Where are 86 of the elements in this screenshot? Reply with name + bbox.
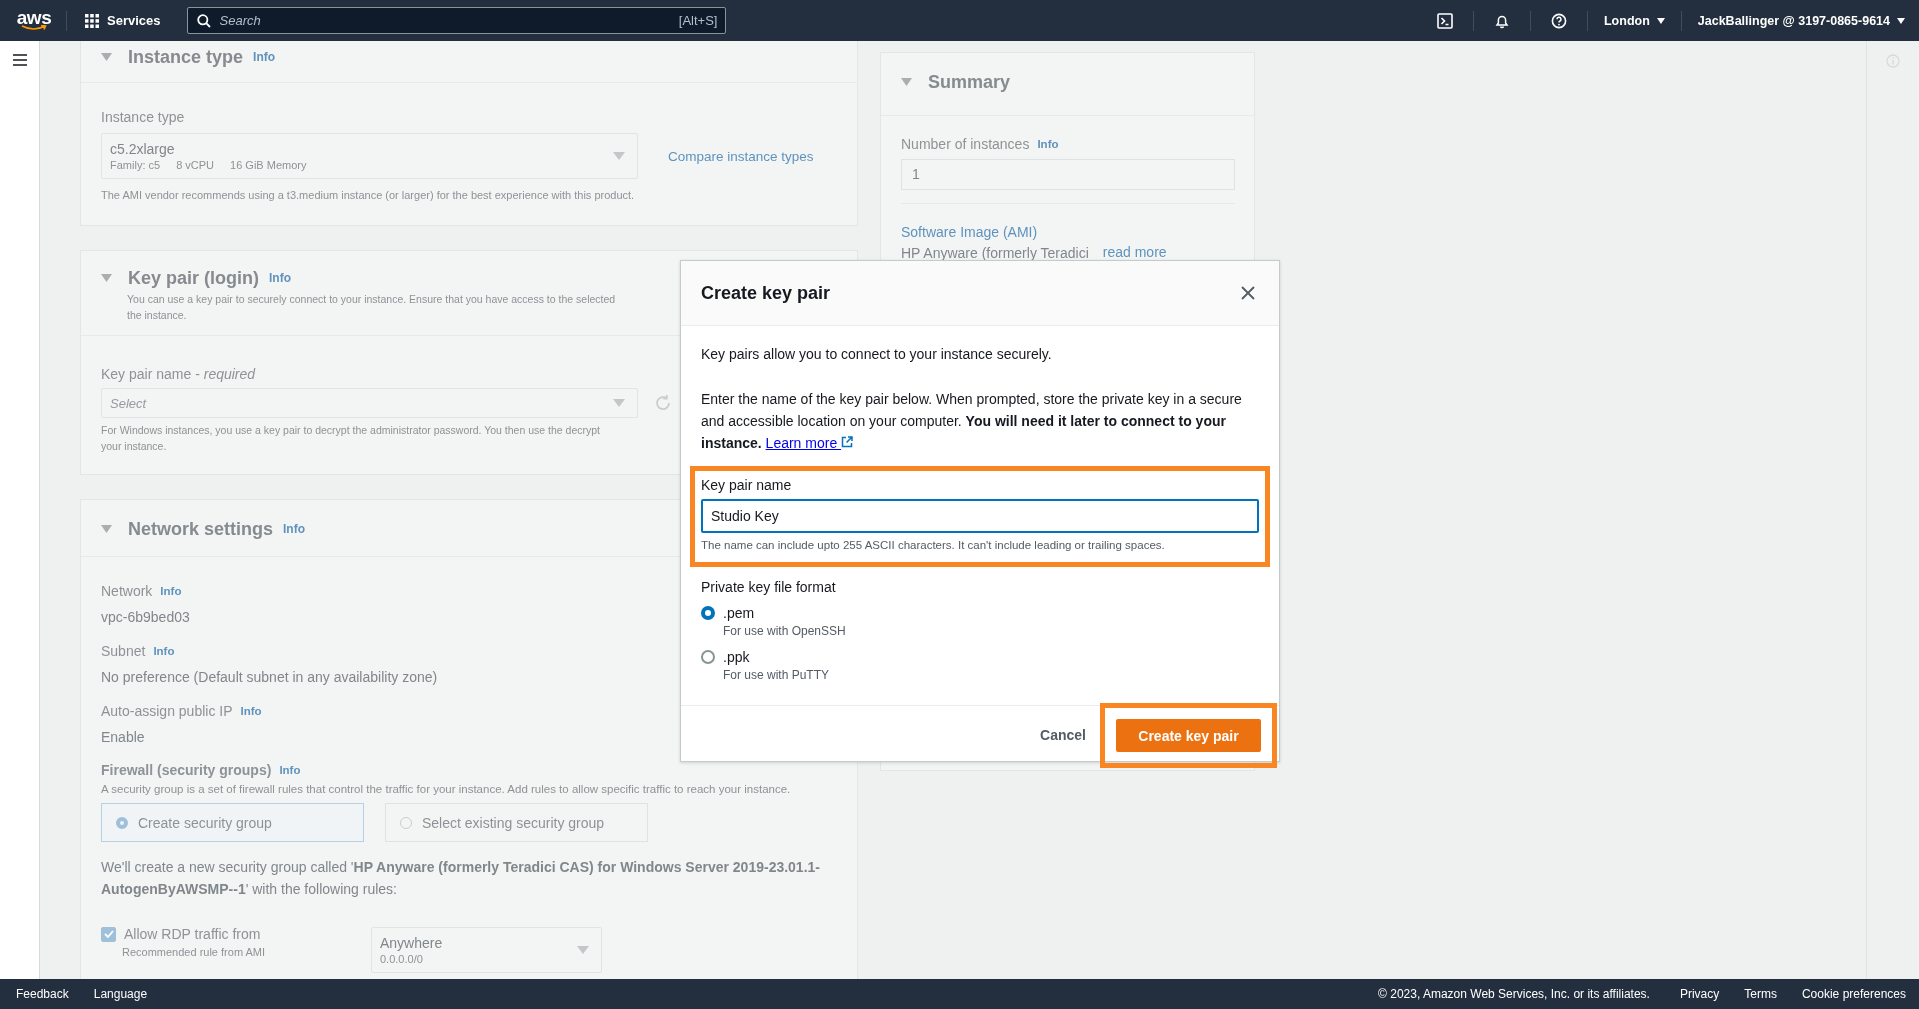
field-value: vpc-6b9bed03 (101, 608, 190, 627)
field-label: Network (101, 582, 153, 601)
key-pair-select[interactable]: Select (101, 388, 638, 418)
hint-text: The AMI vendor recommends using a t3.medium instance (or larger) for the best experience with this product. (101, 188, 635, 203)
learn-more-link[interactable]: Learn more (765, 435, 854, 451)
info-link[interactable]: Info (279, 764, 301, 776)
number-input[interactable]: 1 (901, 159, 1235, 190)
services-menu[interactable]: Services (85, 13, 161, 28)
checkbox[interactable] (101, 926, 116, 942)
section-heading: Key pair (login) (128, 267, 259, 289)
section-heading: Network settings (128, 518, 274, 540)
account-menu[interactable]: JackBallinger @ 3197-0865-9614 (1697, 13, 1905, 28)
ami-name: HP Anyware (formerly Teradici (901, 244, 1089, 263)
source-select[interactable]: Anywhere 0.0.0.0/0 (371, 927, 602, 973)
radio-tile[interactable]: Create security group (101, 803, 364, 842)
info-link[interactable]: Info (160, 585, 182, 597)
cancel-button[interactable]: Cancel (1040, 722, 1086, 747)
grid-icon (85, 13, 99, 28)
shortcut-hint: [Alt+S] (678, 13, 718, 28)
key-pair-name-input[interactable]: Studio Key (701, 499, 1259, 533)
info-link[interactable]: Info (240, 705, 262, 717)
radio-button[interactable] (701, 650, 715, 664)
close-icon[interactable] (1241, 286, 1255, 300)
caret-icon (1656, 17, 1665, 24)
intro-text: Key pairs allow you to connect to your instance securely. (701, 345, 1053, 364)
field-label: Subnet (101, 642, 146, 661)
radio-label: .ppk (723, 648, 751, 667)
field-label: Private key file format (701, 578, 837, 597)
info-link[interactable]: Info (153, 645, 175, 657)
footer-link[interactable]: Cookie preferences (1801, 987, 1906, 1001)
field-label: Key pair name - required (101, 365, 257, 384)
rule-note: Recommended rule from AMI (121, 945, 267, 960)
radio-label: .pem (723, 604, 756, 623)
help-icon[interactable] (1551, 12, 1567, 29)
field-value: Enable (101, 728, 145, 747)
instance-type-select[interactable]: c5.2xlarge Family: c5 8 vCPU 16 GiB Memory (101, 133, 638, 179)
smile-arrow-icon (21, 25, 47, 31)
aws-logo[interactable]: aws (16, 10, 52, 26)
description-text: the instance. (127, 308, 187, 323)
read-more-link[interactable]: read more (1102, 243, 1167, 263)
region-menu[interactable]: London (1604, 13, 1665, 28)
field-label: Auto-assign public IP (101, 702, 233, 721)
expand-triangle-icon[interactable] (901, 78, 912, 86)
hint-text: your instance. (101, 439, 167, 454)
compare-link[interactable]: Compare instance types (668, 148, 814, 164)
dialog-title: Create key pair (701, 282, 831, 304)
copyright-text: © 2023, Amazon Web Services, Inc. or its affiliates. (1378, 987, 1650, 1001)
option-description: For use with OpenSSH (723, 623, 846, 639)
info-link[interactable]: Info (269, 271, 291, 285)
field-value: No preference (Default subnet in any availability zone) (101, 668, 438, 687)
option-description: For use with PuTTY (723, 667, 830, 683)
caret-icon (1897, 17, 1905, 24)
hint-text: For Windows instances, you use a key pair to decrypt the administrator password. You then use the decrypt (101, 423, 600, 438)
field-label: Key pair name (701, 476, 793, 495)
instructions-text: Enter the name of the key pair below. When prompted, store the private key in a secure and accessible location on your computer. You will need it later to connect to your instance. Learn more (701, 390, 1243, 453)
footer-link[interactable]: Feedback (16, 987, 69, 1001)
info-link[interactable]: Info (253, 50, 276, 64)
footer-link[interactable]: Terms (1744, 987, 1777, 1001)
ami-link[interactable]: Software Image (AMI) (901, 222, 1234, 242)
description-text: A security group is a set of firewall rules that control the traffic for your instance. Add rules to allow specific traffic to reach your instance. (101, 782, 792, 797)
create-button[interactable]: Create key pair (1116, 719, 1261, 752)
expand-triangle-icon[interactable] (101, 274, 112, 282)
info-link[interactable]: Info (1037, 138, 1059, 150)
radio-button[interactable] (701, 606, 715, 620)
field-label: Firewall (security groups) (101, 761, 272, 780)
dropdown-caret-icon (613, 152, 625, 160)
checkbox-label: Allow RDP traffic from (124, 926, 261, 942)
search-icon (196, 14, 211, 28)
terminal-icon[interactable] (1437, 12, 1453, 29)
menu-icon[interactable] (12, 54, 27, 66)
field-label: Number of instances (901, 135, 1030, 154)
footer-link[interactable]: Privacy (1679, 987, 1720, 1001)
section-heading: Instance type (128, 46, 244, 68)
footer-link[interactable]: Language (93, 987, 148, 1001)
hint-text: The name can include upto 255 ASCII characters. It can't include leading or trailing spaces. (701, 538, 1166, 553)
section-heading: Summary (928, 71, 1011, 93)
security-group-note: We'll create a new security group called 'HP Anyware (formerly Teradici CAS) for Windows Server 2019-23.01.1-AutogenByAWSMP--1' with the following rules: (101, 858, 821, 899)
dropdown-caret-icon (613, 399, 625, 407)
expand-triangle-icon[interactable] (101, 53, 112, 61)
external-link-icon (841, 436, 854, 448)
radio-tile[interactable]: Select existing security group (385, 803, 648, 842)
info-link[interactable]: Info (283, 522, 306, 536)
description-text: You can use a key pair to securely connect to your instance. Ensure that you have access to the selected (127, 292, 616, 307)
field-label: Instance type (101, 108, 186, 127)
dropdown-caret-icon (577, 946, 589, 954)
expand-triangle-icon[interactable] (101, 525, 112, 533)
